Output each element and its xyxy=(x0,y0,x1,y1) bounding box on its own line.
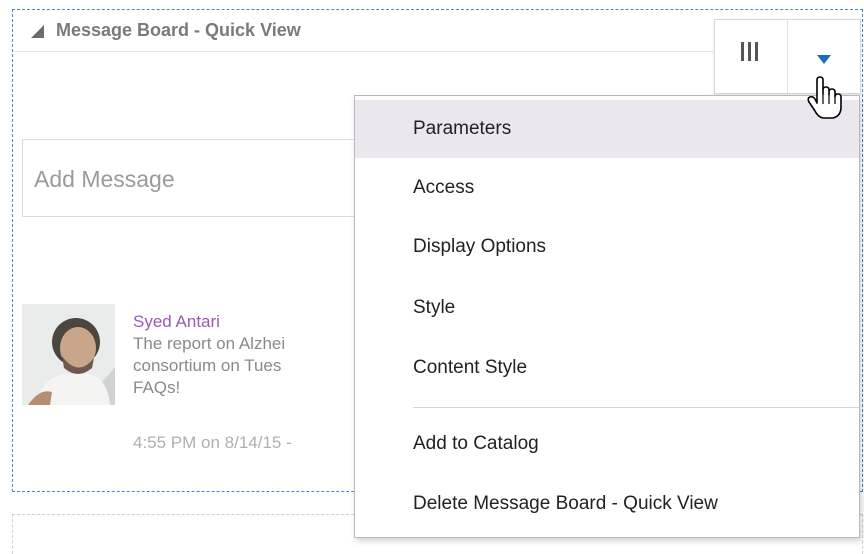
add-message-placeholder: Add Message xyxy=(34,166,175,192)
message-text-line: FAQs! xyxy=(133,378,181,397)
menu-item-delete[interactable]: Delete Message Board - Quick View xyxy=(355,475,859,533)
menu-item-content-style[interactable]: Content Style xyxy=(355,339,859,397)
message-text-line: The report on Alzhei xyxy=(133,334,286,353)
menu-item-access[interactable]: Access xyxy=(355,159,859,217)
menu-item-parameters[interactable]: Parameters xyxy=(355,100,859,158)
columns-button[interactable] xyxy=(715,20,788,93)
columns-icon xyxy=(740,42,758,61)
menu-item-display-options[interactable]: Display Options xyxy=(355,218,859,276)
message-text-line: consortium on Tues xyxy=(133,356,282,375)
message-author[interactable]: Syed Antari xyxy=(133,312,220,332)
avatar xyxy=(22,304,115,405)
collapse-triangle-icon[interactable] xyxy=(31,25,44,38)
menu-divider xyxy=(413,407,859,408)
caret-down-icon xyxy=(817,55,831,64)
hand-pointer-cursor-icon xyxy=(807,76,842,119)
menu-item-add-to-catalog[interactable]: Add to Catalog xyxy=(355,415,859,473)
portlet-title: Message Board - Quick View xyxy=(56,20,301,40)
actions-dropdown-menu: Parameters Access Display Options Style … xyxy=(354,95,860,538)
menu-item-style[interactable]: Style xyxy=(355,279,859,337)
message-timestamp: 4:55 PM on 8/14/15 - xyxy=(133,433,292,452)
